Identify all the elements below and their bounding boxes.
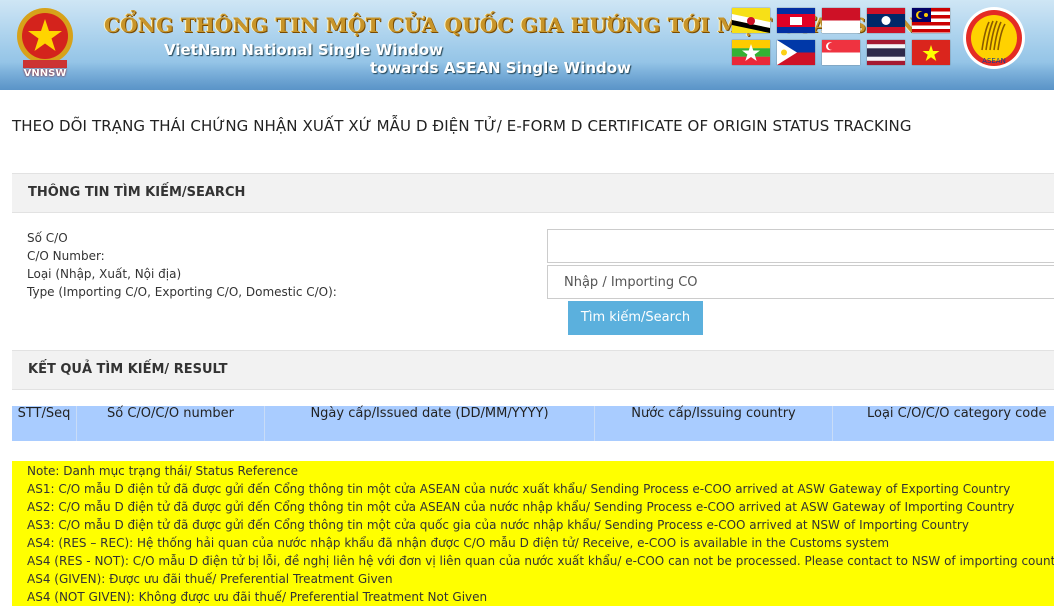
co-number-input[interactable] (547, 229, 1054, 263)
banner-subtitle-line1: VietNam National Single Window (164, 41, 443, 59)
singapore-flag-icon (822, 40, 860, 65)
banner-subtitle-line2: towards ASEAN Single Window (370, 59, 631, 77)
emblem-label: VNNSW (23, 68, 67, 79)
column-header-issued-date[interactable]: Ngày cấp/Issued date (DD/MM/YYYY) (264, 406, 594, 441)
column-header-co-number[interactable]: Số C/O/C/O number (76, 406, 264, 441)
type-label-en: Type (Importing C/O, Exporting C/O, Dome… (27, 285, 337, 299)
column-header-issuing-country[interactable]: Nước cấp/Issuing country (594, 406, 832, 441)
co-number-label-en: C/O Number: (27, 249, 105, 263)
co-number-label-vi: Số C/O (27, 231, 68, 245)
note-line: AS4 (NOT GIVEN): Không được ưu đãi thuế/… (27, 590, 488, 604)
note-line: AS1: C/O mẫu D điện tử đã được gửi đến C… (27, 482, 1011, 496)
note-line: AS4: (RES – REC): Hệ thống hải quan của … (27, 536, 890, 550)
brunei-flag-icon (732, 8, 770, 33)
site-banner: VNNSW CỔNG THÔNG TIN MỘT CỬA QUỐC GIA HƯ… (0, 0, 1054, 90)
result-table-header: STT/Seq Số C/O/C/O number Ngày cấp/Issue… (12, 406, 1054, 441)
indonesia-flag-icon (822, 8, 860, 33)
status-reference-note: Note: Danh mục trạng thái/ Status Refere… (12, 461, 1054, 606)
column-header-category-code[interactable]: Loại C/O/C/O category code (832, 406, 1054, 441)
type-label-vi: Loại (Nhập, Xuất, Nội địa) (27, 267, 182, 281)
vietnam-flag-icon (912, 40, 950, 65)
note-line: AS4 (GIVEN): Được ưu đãi thuế/ Preferent… (27, 572, 393, 586)
vietnam-emblem-icon (17, 8, 73, 68)
note-line: AS4 (RES - NOT): C/O mẫu D điện tử bị lỗ… (27, 554, 1054, 568)
philippines-flag-icon (777, 40, 815, 65)
search-button[interactable]: Tìm kiếm/Search (568, 301, 703, 335)
note-line: AS3: C/O mẫu D điện tử đã được gửi đến C… (27, 518, 969, 532)
type-select-value: Nhập / Importing CO (564, 275, 698, 290)
column-header-seq[interactable]: STT/Seq (12, 406, 76, 441)
type-select[interactable]: Nhập / Importing CO (547, 265, 1054, 299)
result-panel-header: KẾT QUẢ TÌM KIẾM/ RESULT (12, 350, 1054, 390)
asean-logo-icon: ASEAN (963, 7, 1025, 69)
page-title: THEO DÕI TRẠNG THÁI CHỨNG NHẬN XUẤT XỨ M… (12, 117, 912, 135)
search-panel-heading: THÔNG TIN TÌM KIẾM/SEARCH (28, 185, 246, 200)
note-line: AS2: C/O mẫu D điện tử đã được gửi đến C… (27, 500, 1015, 514)
note-line: Note: Danh mục trạng thái/ Status Refere… (27, 464, 298, 478)
search-panel-header: THÔNG TIN TÌM KIẾM/SEARCH (12, 173, 1054, 213)
laos-flag-icon (867, 8, 905, 33)
result-panel-heading: KẾT QUẢ TÌM KIẾM/ RESULT (28, 362, 228, 377)
myanmar-flag-icon (732, 40, 770, 65)
malaysia-flag-icon (912, 8, 950, 33)
asean-logo-text: ASEAN (982, 57, 1006, 65)
thailand-flag-icon (867, 40, 905, 65)
cambodia-flag-icon (777, 8, 815, 33)
